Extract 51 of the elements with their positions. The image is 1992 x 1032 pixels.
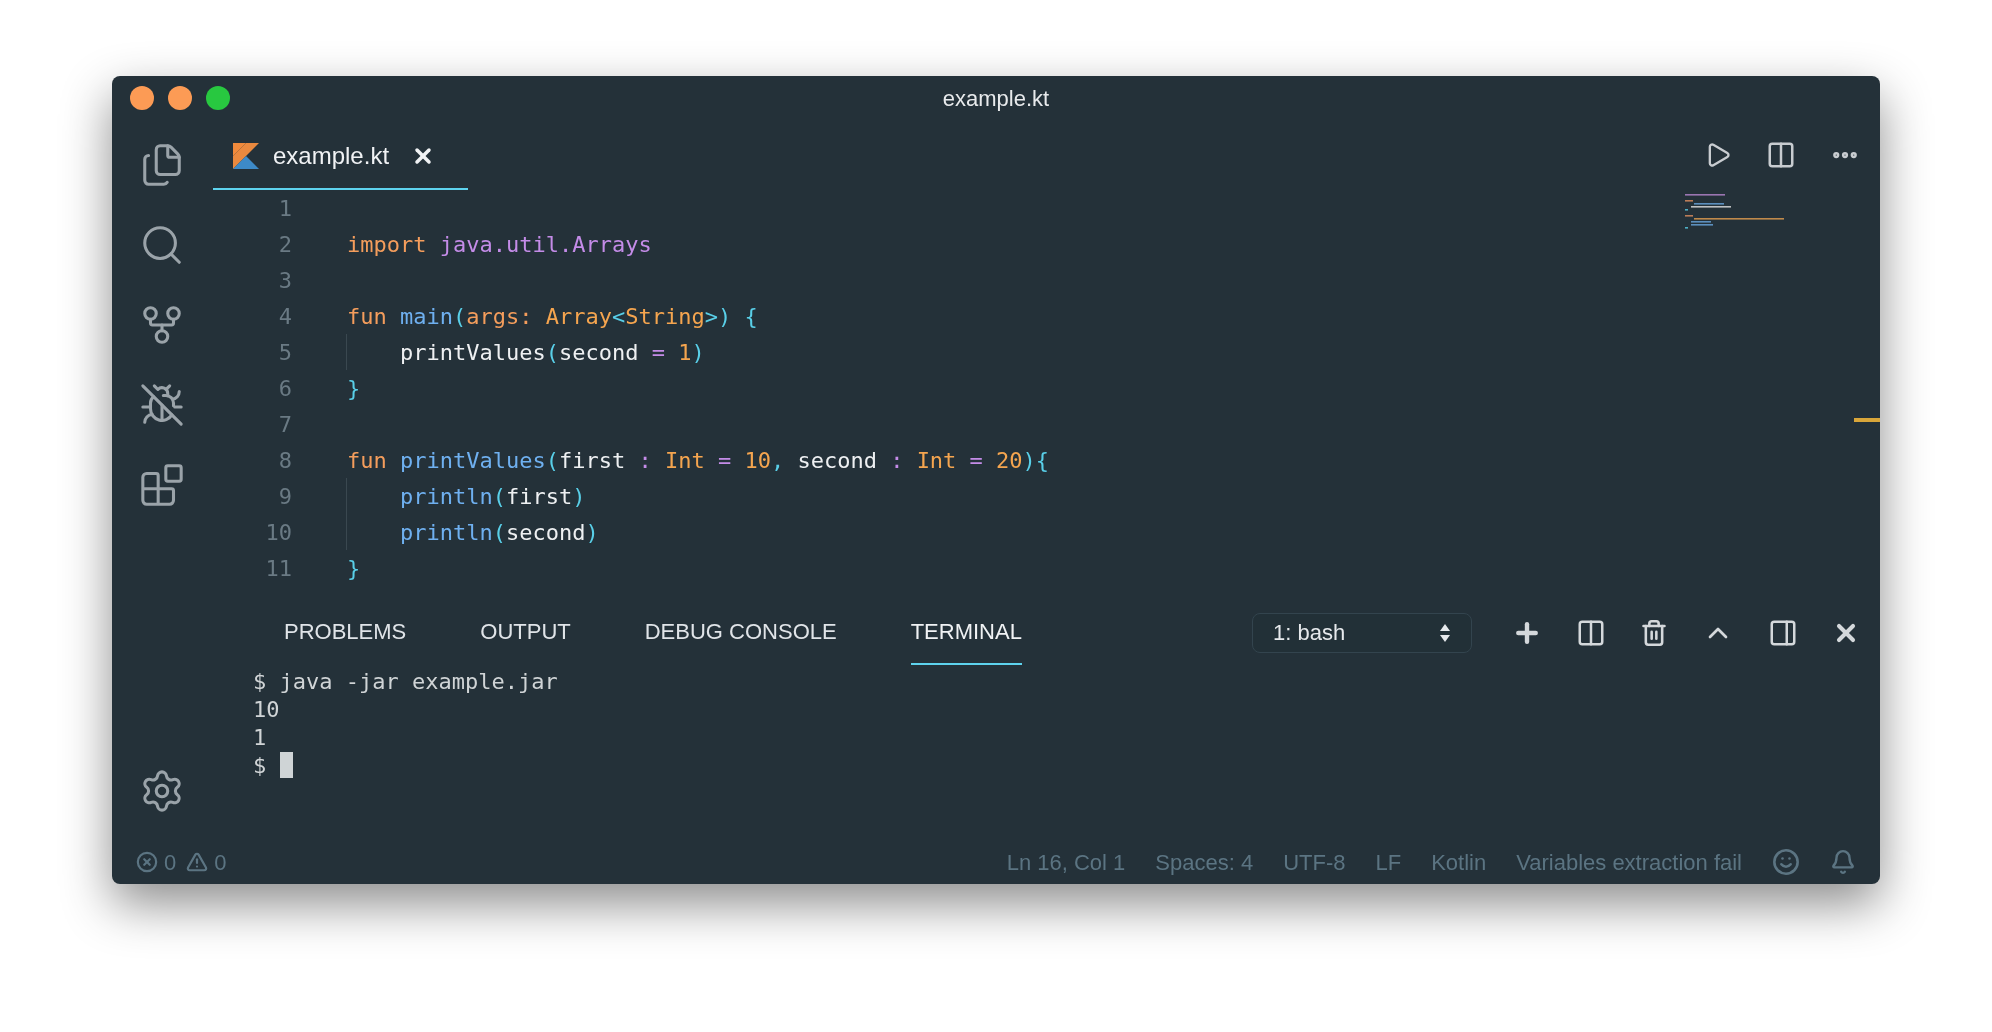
terminal-line: $ [253,751,267,780]
code-line: fun printValues(first : Int = 10, second : Int = 20){ [347,446,1050,475]
status-item[interactable]: Ln 16, Col 1 [1006,845,1126,879]
line-number: 11 [264,554,292,583]
panel-tab[interactable]: PROBLEMS [284,600,407,665]
line-number: 8 [277,446,292,475]
line-number: 4 [277,302,292,331]
split-editor-icon[interactable] [1766,140,1796,170]
smiley-icon[interactable] [1772,848,1800,876]
error-icon[interactable] [136,851,158,873]
warning-icon[interactable] [186,851,209,873]
kotlin-logo-icon [233,143,259,169]
code-line: } [347,374,361,403]
line-number: 1 [277,194,292,223]
code-line: println(second) [398,518,599,547]
line-number: 5 [277,338,292,367]
line-number: 9 [277,482,292,511]
terminal-line: $ java -jar example.jar [253,667,558,696]
line-number: 2 [277,230,292,259]
status-item[interactable]: LF [1375,845,1402,879]
status-item[interactable]: Variables extraction fail [1516,845,1742,879]
bug-off-icon[interactable] [139,382,185,428]
panel-tab[interactable]: DEBUG CONSOLE [644,600,837,665]
panel-tab[interactable]: TERMINAL [910,600,1022,665]
panel-tab[interactable]: OUTPUT [480,600,571,665]
error-count[interactable]: 0 [164,845,177,879]
line-number: 6 [277,374,292,403]
close-window-button[interactable] [130,86,154,110]
window-title: example.kt [942,84,1050,113]
line-number: 7 [277,410,292,439]
code-line: printValues(second = 1) [398,338,705,367]
blocks-icon[interactable] [139,462,185,508]
code-line: import java.util.Arrays [347,230,652,259]
bell-icon[interactable] [1830,849,1856,875]
status-item[interactable]: UTF-8 [1283,845,1346,879]
line-number: 3 [277,266,292,295]
editor-tab[interactable]: example.kt [213,120,468,190]
line-number: 10 [264,518,292,547]
minimize-window-button[interactable] [168,86,192,110]
code-line: } [347,554,361,583]
warning-count[interactable]: 0 [214,845,227,879]
status-item[interactable]: Spaces: 4 [1155,845,1254,879]
status-item[interactable]: Kotlin [1431,845,1487,879]
trash-icon[interactable] [1640,618,1668,647]
code-line: fun main(args: Array<String>) { [347,302,758,331]
overview-ruler-mark [1854,418,1880,422]
terminal-line: 10 [253,695,280,724]
terminal-line: 1 [253,723,267,752]
code-line: println(first) [398,482,586,511]
terminal-select[interactable]: 1: bash [1252,612,1472,653]
zoom-window-button[interactable] [206,86,230,110]
